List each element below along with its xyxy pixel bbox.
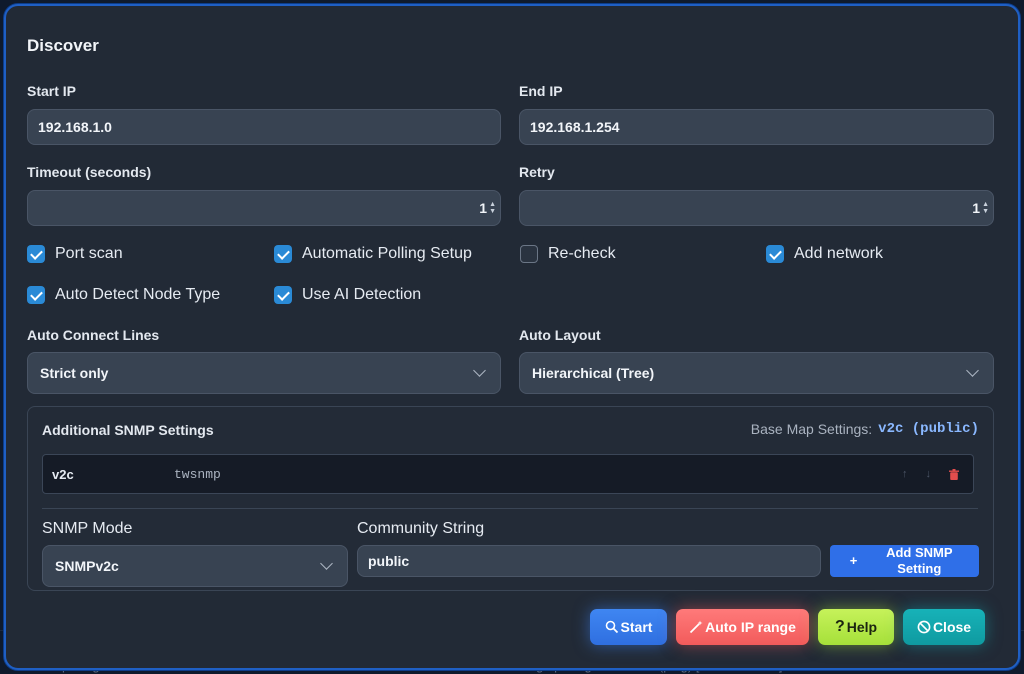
snmp-mode-value: SNMPv2c xyxy=(55,558,119,574)
chevron-down-icon xyxy=(966,364,979,377)
ban-icon xyxy=(917,620,931,634)
use-ai-label: Use AI Detection xyxy=(302,286,422,303)
start-ip-input[interactable]: 192.168.1.0 xyxy=(27,109,501,145)
snmp-entry-version: v2c xyxy=(52,466,74,482)
auto-layout-value: Hierarchical (Tree) xyxy=(532,365,655,381)
close-button[interactable]: Close xyxy=(903,609,985,645)
start-label: Start xyxy=(620,619,653,635)
checkbox-checked-icon[interactable] xyxy=(274,286,292,304)
auto-ip-range-label: Auto IP range xyxy=(705,619,796,635)
use-ai-checkbox[interactable]: Use AI Detection xyxy=(274,286,421,304)
port-scan-checkbox[interactable]: Port scan xyxy=(27,245,123,263)
auto-layout-select[interactable]: Hierarchical (Tree) xyxy=(519,352,994,394)
chevron-down-icon xyxy=(473,364,486,377)
snmp-entry-community: twsnmp xyxy=(174,466,221,482)
help-label: Help xyxy=(846,619,878,635)
timeout-label: Timeout (seconds) xyxy=(27,164,152,180)
retry-spinner-icon[interactable]: ▲ ▼ xyxy=(982,201,989,215)
retry-value: 1 xyxy=(972,200,981,216)
checkbox-checked-icon[interactable] xyxy=(27,245,45,263)
add-snmp-setting-button[interactable]: + Add SNMP Setting xyxy=(830,545,979,577)
timeout-input[interactable]: 1 ▲ ▼ xyxy=(27,190,501,226)
magic-wand-icon xyxy=(689,620,703,634)
end-ip-input[interactable]: 192.168.1.254 xyxy=(519,109,994,145)
recheck-checkbox[interactable]: Re-check xyxy=(520,245,616,263)
snmp-divider xyxy=(42,508,978,509)
dialog-title: Discover xyxy=(27,36,99,55)
community-string-value: public xyxy=(368,553,410,569)
trash-icon[interactable] xyxy=(949,468,959,480)
port-scan-label: Port scan xyxy=(55,245,123,262)
snmp-mode-label: SNMP Mode xyxy=(42,520,133,537)
community-string-label: Community String xyxy=(357,520,485,537)
search-icon xyxy=(605,620,618,634)
add-network-label: Add network xyxy=(794,245,883,262)
start-ip-label: Start IP xyxy=(27,83,77,99)
close-label: Close xyxy=(932,619,972,635)
question-icon: ? xyxy=(834,618,845,635)
base-map-label: Base Map Settings: xyxy=(750,421,873,437)
retry-label: Retry xyxy=(519,164,555,180)
timeout-value: 1 xyxy=(479,200,488,216)
checkbox-checked-icon[interactable] xyxy=(27,286,45,304)
end-ip-value: 192.168.1.254 xyxy=(530,119,620,135)
end-ip-label: End IP xyxy=(519,83,563,99)
snmp-settings-panel: Additional SNMP Settings Base Map Settin… xyxy=(27,406,994,591)
base-map-value: v2c (public) xyxy=(878,421,979,437)
auto-detect-checkbox[interactable]: Auto Detect Node Type xyxy=(27,286,220,304)
add-network-checkbox[interactable]: Add network xyxy=(766,245,883,263)
checkbox-unchecked-icon[interactable] xyxy=(520,245,538,263)
auto-layout-label: Auto Layout xyxy=(519,327,601,343)
discover-dialog: Discover Start IP 192.168.1.0 End IP 192… xyxy=(4,4,1020,670)
arrow-up-icon[interactable]: ↑ xyxy=(902,468,908,480)
checkbox-checked-icon[interactable] xyxy=(274,245,292,263)
recheck-label: Re-check xyxy=(548,245,616,262)
auto-polling-checkbox[interactable]: Automatic Polling Setup xyxy=(274,245,472,263)
auto-detect-label: Auto Detect Node Type xyxy=(55,286,221,303)
base-map-settings: Base Map Settings: v2c (public) xyxy=(751,421,979,437)
arrow-down-icon[interactable]: ↓ xyxy=(926,468,932,480)
community-string-input[interactable]: public xyxy=(357,545,821,577)
start-ip-value: 192.168.1.0 xyxy=(38,119,112,135)
auto-connect-value: Strict only xyxy=(40,365,109,381)
snmp-section-title: Additional SNMP Settings xyxy=(42,422,214,438)
snmp-mode-select[interactable]: SNMPv2c xyxy=(42,545,348,587)
auto-polling-label: Automatic Polling Setup xyxy=(302,245,472,262)
auto-connect-label: Auto Connect Lines xyxy=(27,327,160,343)
timeout-spinner-icon[interactable]: ▲ ▼ xyxy=(489,201,496,215)
help-button[interactable]: ? Help xyxy=(818,609,894,645)
plus-icon: + xyxy=(849,553,858,568)
auto-ip-range-button[interactable]: Auto IP range xyxy=(676,609,809,645)
chevron-down-icon xyxy=(320,557,333,570)
retry-input[interactable]: 1 ▲ ▼ xyxy=(519,190,994,226)
start-button[interactable]: Start xyxy=(590,609,667,645)
checkbox-checked-icon[interactable] xyxy=(766,245,784,263)
add-snmp-setting-label: Add SNMP Setting xyxy=(886,545,953,576)
snmp-entry-row: v2c twsnmp ↑ ↓ xyxy=(42,454,974,494)
auto-connect-select[interactable]: Strict only xyxy=(27,352,501,394)
